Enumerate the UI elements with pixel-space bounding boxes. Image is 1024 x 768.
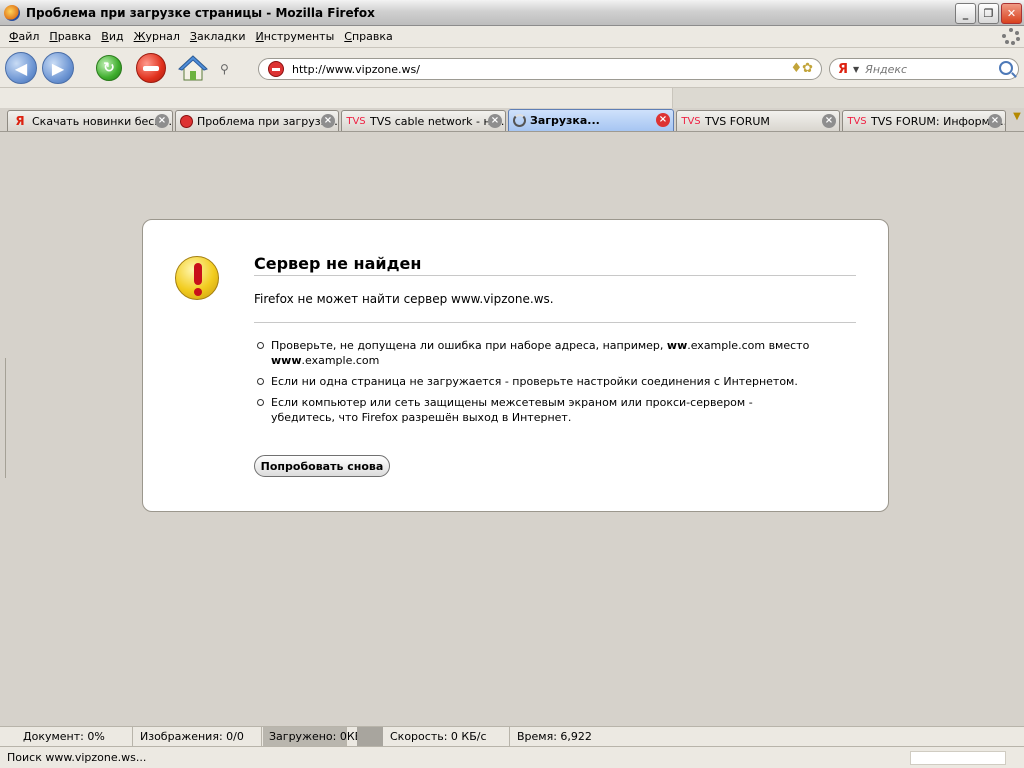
try-again-button[interactable]: Попробовать снова xyxy=(254,455,390,477)
menu-history[interactable]: Журнал xyxy=(129,30,185,43)
list-item: Если ни одна страница не загружается - п… xyxy=(254,374,814,389)
tab-label: TVS FORUM: Информа... xyxy=(871,114,1005,128)
status-speed: Скорость: 0 КБ/с xyxy=(384,727,510,746)
tvs-favicon-icon: TVS xyxy=(681,115,701,127)
menu-edit[interactable]: Правка xyxy=(44,30,96,43)
window-controls: _ ❐ ✕ xyxy=(955,3,1022,24)
loading-spinner-icon xyxy=(513,114,526,127)
tab-tvs-cable[interactable]: TVS TVS cable network - но... × xyxy=(341,110,506,131)
menu-file[interactable]: Файл xyxy=(4,30,44,43)
tab-close-icon[interactable]: × xyxy=(656,113,670,127)
tab-close-icon[interactable]: × xyxy=(822,114,836,128)
navigation-toolbar: ◀ ▶ ↻ ⚲ http://www.vipzone.ws/ ♦✿ Я ▼ xyxy=(0,48,1024,88)
firefox-logo-icon xyxy=(4,4,20,21)
tab-close-icon[interactable]: × xyxy=(321,114,335,128)
status-progress-indicator xyxy=(357,727,383,746)
search-engine-icon[interactable]: Я xyxy=(838,62,848,77)
search-input[interactable] xyxy=(865,62,996,76)
tab-tvs-forum[interactable]: TVS TVS FORUM × xyxy=(676,110,840,131)
tvs-favicon-icon: TVS xyxy=(847,115,867,127)
toolbar-spacer xyxy=(672,88,1024,108)
tab-close-icon[interactable]: × xyxy=(155,114,169,128)
page-content: Сервер не найден Firefox не может найти … xyxy=(0,132,1024,726)
list-item: Если компьютер или сеть защищены межсете… xyxy=(254,395,814,425)
status-document: Документ: 0% xyxy=(17,727,133,746)
minimize-button[interactable]: _ xyxy=(955,3,976,24)
sidebar-splitter[interactable] xyxy=(0,358,6,478)
menu-bookmarks[interactable]: Закладки xyxy=(185,30,251,43)
tab-close-icon[interactable]: × xyxy=(488,114,502,128)
tab-close-icon[interactable]: × xyxy=(988,114,1002,128)
tab-loading-active[interactable]: Загрузка... × xyxy=(508,109,674,131)
menu-tools[interactable]: Инструменты xyxy=(251,30,340,43)
title-bar: Проблема при загрузке страницы - Mozilla… xyxy=(0,0,1024,26)
close-window-button[interactable]: ✕ xyxy=(1001,3,1022,24)
url-text[interactable]: http://www.vipzone.ws/ xyxy=(292,63,420,76)
forward-button[interactable]: ▶ xyxy=(42,52,74,84)
yandex-favicon-icon: Я xyxy=(15,114,25,128)
status-images: Изображения: 0/0 xyxy=(134,727,262,746)
menu-view[interactable]: Вид xyxy=(96,30,128,43)
error-suggestions-list: Проверьте, не допущена ли ошибка при наб… xyxy=(254,338,814,431)
menu-help[interactable]: Справка xyxy=(339,30,397,43)
tab-label: TVS cable network - но... xyxy=(370,114,505,128)
search-bar[interactable]: Я ▼ xyxy=(829,58,1019,80)
status-text: Поиск www.vipzone.ws... xyxy=(7,751,147,764)
site-error-icon xyxy=(268,61,284,77)
error-box: Сервер не найден Firefox не может найти … xyxy=(142,219,889,512)
tab-label: Проблема при загрузк... xyxy=(197,114,338,128)
url-bar[interactable]: http://www.vipzone.ws/ ♦✿ xyxy=(258,58,822,80)
status-loaded: Загружено: 0КБ xyxy=(263,727,362,746)
menu-bar: Файл Правка Вид Журнал Закладки Инструме… xyxy=(0,26,1024,48)
tab-tvs-forum-info[interactable]: TVS TVS FORUM: Информа... × xyxy=(842,110,1006,131)
all-tabs-chevron-icon[interactable]: ▼ xyxy=(1010,111,1024,131)
window-title: Проблема при загрузке страницы - Mozilla… xyxy=(26,5,375,20)
bookmarks-toolbar xyxy=(0,88,1024,108)
tab-label: Скачать новинки бесп... xyxy=(32,114,172,128)
home-button[interactable] xyxy=(178,54,208,82)
tab-label: Загрузка... xyxy=(530,114,600,127)
warning-icon xyxy=(175,256,219,300)
page-load-progress xyxy=(910,751,1006,765)
status-bar: Поиск www.vipzone.ws... xyxy=(0,746,1024,768)
status-panel-bar: Документ: 0% Изображения: 0/0 Загружено:… xyxy=(0,726,1024,746)
error-description: Firefox не может найти сервер www.vipzon… xyxy=(254,292,856,323)
chevron-down-icon[interactable]: ▼ xyxy=(853,65,859,74)
error-favicon-icon xyxy=(180,114,193,128)
tab-load-problem[interactable]: Проблема при загрузк... × xyxy=(175,110,339,131)
tvs-favicon-icon: TVS xyxy=(346,115,366,127)
feed-icon[interactable]: ♦✿ xyxy=(790,61,813,76)
back-button[interactable]: ◀ xyxy=(5,52,37,84)
maximize-button[interactable]: ❐ xyxy=(978,3,999,24)
stop-button[interactable] xyxy=(136,53,166,83)
throbber-icon xyxy=(1002,28,1020,46)
status-time: Время: 6,922 xyxy=(517,730,592,743)
tab-download-news[interactable]: Я Скачать новинки бесп... × xyxy=(7,110,173,131)
search-icon[interactable] xyxy=(999,61,1013,75)
reload-button[interactable]: ↻ xyxy=(96,55,122,81)
list-item: Проверьте, не допущена ли ошибка при наб… xyxy=(254,338,814,368)
error-title: Сервер не найден xyxy=(254,254,856,276)
bookmark-star-icon[interactable]: ⚲ xyxy=(220,62,229,76)
tab-label: TVS FORUM xyxy=(705,114,770,128)
tab-bar: Я Скачать новинки бесп... × Проблема при… xyxy=(0,108,1024,132)
